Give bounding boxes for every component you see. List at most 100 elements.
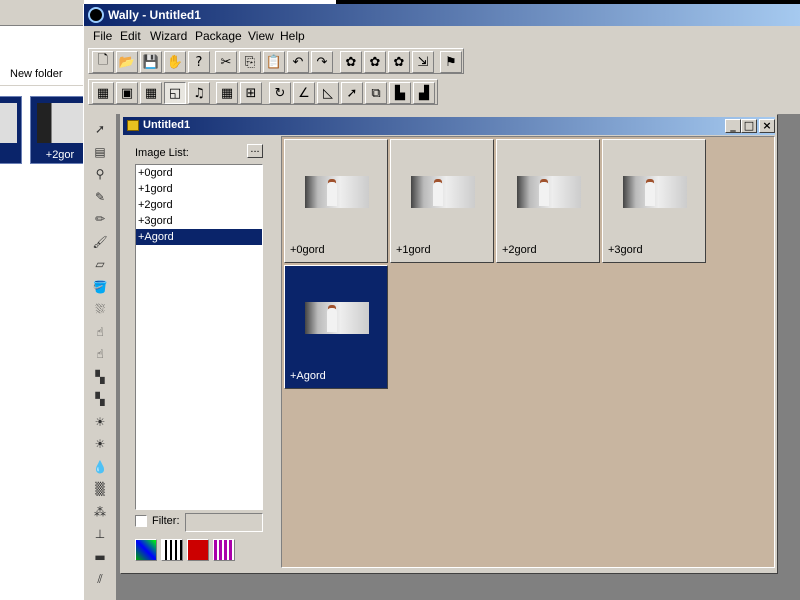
- close-button[interactable]: ×: [759, 119, 775, 133]
- image-list-item[interactable]: +0gord: [136, 165, 262, 181]
- burn-icon[interactable]: ▚: [89, 366, 111, 388]
- background-thumbnail[interactable]: [0, 96, 22, 164]
- tile-grid-icon: ▦: [220, 85, 234, 101]
- frame-view-icon[interactable]: [161, 539, 183, 561]
- pointer-button[interactable]: ➚: [341, 82, 363, 104]
- package-new-button[interactable]: ✿: [340, 51, 362, 73]
- grid-view-icon: ▦: [144, 85, 158, 101]
- thumbnail-label: +0gord: [290, 244, 325, 256]
- pointer-icon[interactable]: ➚: [89, 118, 111, 140]
- package-export-icon: ⚑: [445, 54, 457, 70]
- pencil-icon[interactable]: ✏: [89, 208, 111, 230]
- mirror-icon: ◺: [323, 85, 333, 101]
- image-view-button[interactable]: ▣: [116, 82, 138, 104]
- new-button[interactable]: 🗋: [92, 51, 114, 73]
- image-list-label: Image List:: [135, 147, 189, 159]
- menu-file[interactable]: File: [93, 29, 112, 43]
- cut-button[interactable]: ✂: [215, 51, 237, 73]
- background-thumbnail[interactable]: +2gor: [30, 96, 90, 164]
- dodge-icon[interactable]: ☝: [89, 343, 111, 365]
- filter-input[interactable]: [185, 513, 263, 532]
- document-title-bar[interactable]: Untitled1 _ □ ×: [123, 117, 775, 135]
- pattern-icon[interactable]: ⫽: [89, 568, 111, 590]
- open-icon: 📂: [118, 54, 136, 70]
- tile-left-button[interactable]: ▙: [389, 82, 411, 104]
- scatter-icon[interactable]: ⁂: [89, 501, 111, 523]
- mirror-button[interactable]: ◺: [317, 82, 339, 104]
- package-remove-button[interactable]: ⇲: [412, 51, 434, 73]
- menu-bar: File Edit Wizard Package View Help: [84, 26, 800, 46]
- tile-quad-icon: ⊞: [245, 85, 257, 101]
- package-export-button[interactable]: ⚑: [440, 51, 462, 73]
- brush-icon[interactable]: 🖌: [89, 231, 111, 253]
- sound-button[interactable]: ♫: [188, 82, 210, 104]
- tile-right-button[interactable]: ▟: [413, 82, 435, 104]
- help-button[interactable]: ?: [188, 51, 210, 73]
- save-button[interactable]: 💾: [140, 51, 162, 73]
- purple-grid-icon[interactable]: [213, 539, 235, 561]
- thumbnail-cell[interactable]: +0gord: [284, 139, 388, 263]
- spray-icon[interactable]: ⛆: [89, 298, 111, 320]
- line-icon[interactable]: ▬: [89, 546, 111, 568]
- main-window: Wally - Untitled1 File Edit Wizard Packa…: [83, 4, 800, 600]
- tile-quad-button[interactable]: ⊞: [240, 82, 262, 104]
- maximize-button[interactable]: □: [741, 119, 757, 133]
- rotate-icon: ↻: [274, 85, 286, 101]
- menu-wizard[interactable]: Wizard: [150, 29, 187, 43]
- blur-icon[interactable]: ▒: [89, 478, 111, 500]
- sharpen-icon[interactable]: ▚: [89, 388, 111, 410]
- palette-view-button[interactable]: ▦: [92, 82, 114, 104]
- eraser-icon[interactable]: ▱: [89, 253, 111, 275]
- image-list-item[interactable]: +Agord: [136, 229, 262, 245]
- package-open-button[interactable]: ✿: [388, 51, 410, 73]
- image-list-item[interactable]: +3gord: [136, 213, 262, 229]
- save-icon: 💾: [142, 54, 160, 70]
- open-button[interactable]: 📂: [116, 51, 138, 73]
- filter-checkbox[interactable]: [135, 515, 147, 527]
- new-folder-item[interactable]: New folder: [0, 62, 84, 86]
- color-view-icon[interactable]: [135, 539, 157, 561]
- thumbnail-label: +2gor: [45, 149, 75, 161]
- brighten-icon[interactable]: ☀: [89, 411, 111, 433]
- menu-help[interactable]: Help: [280, 29, 305, 43]
- rotate-button[interactable]: ↻: [269, 82, 291, 104]
- flip-button[interactable]: ∠: [293, 82, 315, 104]
- grid-view-button[interactable]: ▦: [140, 82, 162, 104]
- offset-button[interactable]: ⧉: [365, 82, 387, 104]
- thumbnail-cell[interactable]: +Agord: [284, 265, 388, 389]
- thumbnail-cell[interactable]: +3gord: [602, 139, 706, 263]
- browser-view-button[interactable]: ◱: [164, 82, 186, 104]
- image-list-item[interactable]: +2gord: [136, 197, 262, 213]
- package-remove-icon: ⇲: [417, 54, 429, 70]
- undo-button[interactable]: ↶: [287, 51, 309, 73]
- thumbnail-cell[interactable]: +1gord: [390, 139, 494, 263]
- cut-icon: ✂: [220, 54, 232, 70]
- whats-this-button[interactable]: ✋: [164, 51, 186, 73]
- package-add-button[interactable]: ✿: [364, 51, 386, 73]
- zoom-icon[interactable]: ⚲: [89, 163, 111, 185]
- eyedropper-icon[interactable]: ✎: [89, 186, 111, 208]
- menu-package[interactable]: Package: [195, 29, 242, 43]
- drop-icon[interactable]: 💧: [89, 456, 111, 478]
- image-list-item[interactable]: +1gord: [136, 181, 262, 197]
- copy-button[interactable]: ⎘: [239, 51, 261, 73]
- stamp-icon[interactable]: ⊥: [89, 523, 111, 545]
- smudge-icon[interactable]: ☝: [89, 321, 111, 343]
- tile-grid-button[interactable]: ▦: [216, 82, 238, 104]
- browse-button[interactable]: ...: [247, 144, 263, 158]
- background-window: New folder +2gor: [0, 0, 90, 600]
- title-bar[interactable]: Wally - Untitled1: [84, 4, 800, 26]
- menu-edit[interactable]: Edit: [120, 29, 141, 43]
- thumbnail-cell[interactable]: +2gord: [496, 139, 600, 263]
- minimize-button[interactable]: _: [725, 119, 741, 133]
- redo-button[interactable]: ↷: [311, 51, 333, 73]
- fill-icon[interactable]: 🪣: [89, 276, 111, 298]
- ruler-icon[interactable]: ▤: [89, 141, 111, 163]
- red-grid-icon[interactable]: [187, 539, 209, 561]
- darken-icon[interactable]: ☀: [89, 433, 111, 455]
- thumbnail-image: [305, 302, 369, 334]
- image-list[interactable]: +0gord +1gord +2gord +3gord +Agord: [135, 164, 263, 510]
- thumbnail-image: [517, 176, 581, 208]
- menu-view[interactable]: View: [248, 29, 274, 43]
- paste-button[interactable]: 📋: [263, 51, 285, 73]
